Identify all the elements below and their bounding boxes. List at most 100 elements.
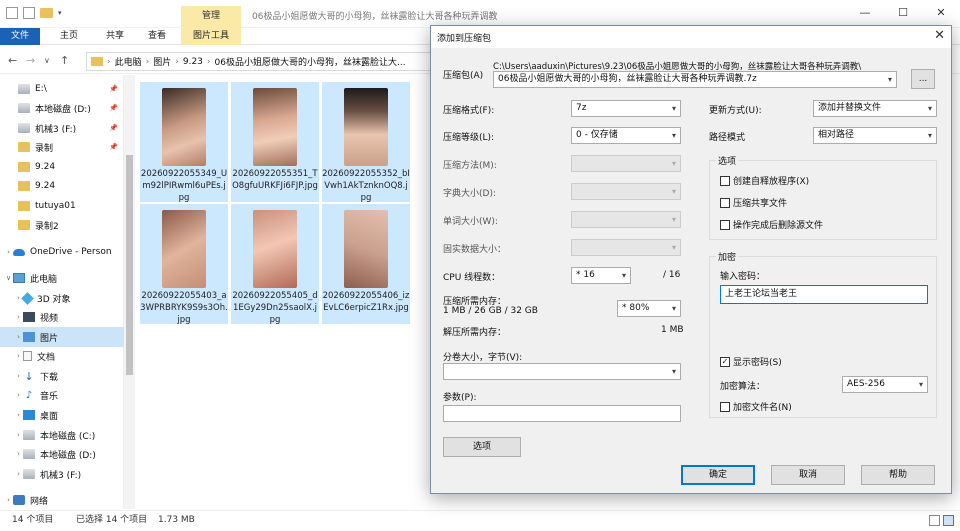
nav-item-f-drive[interactable]: 机械3 (F:) 📌 xyxy=(0,118,124,138)
selected-size: 1.73 MB xyxy=(158,515,195,525)
large-icons-view-icon[interactable] xyxy=(943,515,954,526)
checkbox-icon xyxy=(720,401,730,412)
encryption-method-select[interactable]: AES-256 ▾ xyxy=(842,376,928,393)
nav-item-recording2[interactable]: 录制2 xyxy=(0,215,124,235)
chevron-right-icon[interactable]: › xyxy=(4,248,13,256)
chevron-down-icon[interactable]: ▾ xyxy=(888,72,892,87)
help-button[interactable]: 帮助 xyxy=(861,465,935,485)
nav-item-9-24-b[interactable]: 9.24 xyxy=(0,176,124,196)
nav-item-c-drive[interactable]: › 本地磁盘 (C:) xyxy=(0,425,124,445)
up-icon[interactable]: ↑ xyxy=(60,54,69,67)
update-mode-select[interactable]: 添加并替换文件 ▾ xyxy=(813,100,937,117)
nav-item-3d-objects[interactable]: › 3D 对象 xyxy=(0,288,124,308)
file-item[interactable]: 20260922055351_TO8gfuURKFJi6FJP.jpg xyxy=(231,82,319,202)
chevron-right-icon[interactable]: › xyxy=(14,470,23,478)
archive-label: 压缩包(A) xyxy=(443,71,484,81)
tab-home[interactable]: 主页 xyxy=(52,28,86,45)
nav-item-music[interactable]: › ♪ 音乐 xyxy=(0,385,124,405)
recent-locations-icon[interactable]: ∨ xyxy=(44,56,50,65)
drive-icon xyxy=(18,123,30,133)
new-folder-icon[interactable] xyxy=(40,8,53,18)
encryption-group: 加密 输入密码： 上老王论坛当老王 ✓ 显示密码(S) 加密算法： AES-256… xyxy=(709,250,937,418)
nav-item-pictures[interactable]: › 图片 xyxy=(0,327,124,347)
decompress-memory-value: 1 MB xyxy=(661,325,684,335)
back-icon[interactable]: ← xyxy=(8,54,17,67)
nav-item-9-24[interactable]: 9.24 xyxy=(0,157,124,177)
minimize-icon[interactable]: — xyxy=(855,6,875,19)
parameters-input[interactable] xyxy=(443,405,681,422)
tab-share[interactable]: 共享 xyxy=(98,28,132,45)
maximize-icon[interactable]: ☐ xyxy=(893,6,913,19)
window-title: 06极品小姐愿做大哥的小母狗，丝袜露脸让大哥各种玩弄调教 xyxy=(252,12,498,22)
path-mode-select[interactable]: 相对路径 ▾ xyxy=(813,127,937,144)
scrollbar-thumb[interactable] xyxy=(126,155,133,375)
image-thumbnail xyxy=(344,210,388,288)
chevron-right-icon[interactable]: › xyxy=(4,496,13,504)
breadcrumb-pictures[interactable]: 图片 xyxy=(153,55,171,68)
chevron-down-icon[interactable]: ∨ xyxy=(4,274,13,282)
details-view-icon[interactable] xyxy=(929,515,940,526)
nav-item-onedrive[interactable]: › OneDrive - Person xyxy=(0,242,124,262)
chevron-right-icon[interactable]: › xyxy=(14,352,23,360)
chevron-right-icon[interactable]: › xyxy=(14,333,23,341)
nav-item-this-pc[interactable]: ∨ 此电脑 xyxy=(0,268,124,288)
memory-percent-select[interactable]: * 80% ▾ xyxy=(617,300,681,317)
properties-icon[interactable] xyxy=(23,7,35,19)
chevron-right-icon[interactable]: › xyxy=(14,391,23,399)
chevron-right-icon[interactable]: › xyxy=(14,313,23,321)
tab-manage[interactable]: 管理 xyxy=(181,6,241,28)
nav-item-videos[interactable]: › 视频 xyxy=(0,307,124,327)
forward-icon[interactable]: → xyxy=(26,54,35,67)
nav-item-recording[interactable]: 录制 📌 xyxy=(0,137,124,157)
decompress-memory-label: 解压所需内存： xyxy=(443,328,507,338)
breadcrumb-9-23[interactable]: 9.23 xyxy=(183,57,203,67)
nav-item-desktop[interactable]: › 桌面 xyxy=(0,405,124,425)
checkbox-icon xyxy=(720,175,730,186)
split-volume-label: 分卷大小，字节(V): xyxy=(443,353,523,363)
nav-item-downloads[interactable]: › ↓ 下载 xyxy=(0,366,124,386)
address-box[interactable]: › 此电脑 › 图片 › 9.23 › 06极品小姐愿做大哥的小母狗，丝袜露脸让… xyxy=(86,52,431,71)
file-item[interactable]: 20260922055349_Um92lPIRwml6uPEs.jpg xyxy=(140,82,228,203)
split-volume-select[interactable]: ▾ xyxy=(443,363,681,380)
nav-item-e-drive[interactable]: E:\ 📌 xyxy=(0,79,124,99)
breadcrumb-current-folder[interactable]: 06极品小姐愿做大哥的小母狗，丝袜露脸让大... xyxy=(215,55,406,68)
file-item[interactable]: 20260922055406_izEvLC6erpicZ1Rx.jpg xyxy=(322,204,410,324)
options-button[interactable]: 选项 xyxy=(443,437,521,457)
chevron-right-icon[interactable]: › xyxy=(14,411,23,419)
browse-button[interactable]: ... xyxy=(911,69,935,89)
nav-item-d-drive[interactable]: 本地磁盘 (D:) 📌 xyxy=(0,98,124,118)
pc-icon xyxy=(13,273,25,283)
nav-pane-scrollbar[interactable] xyxy=(124,75,135,509)
delete-after-checkbox[interactable]: 操作完成后删除源文件 xyxy=(720,218,823,231)
drive-icon xyxy=(23,469,35,479)
nav-item-d-drive-2[interactable]: › 本地磁盘 (D:) xyxy=(0,444,124,464)
chevron-right-icon[interactable]: › xyxy=(14,372,23,380)
nav-item-network[interactable]: › 网络 xyxy=(0,490,124,510)
tab-file[interactable]: 文件 xyxy=(0,28,40,45)
file-item[interactable]: 20260922055405_d1EGy29Dn25saolX.jpg xyxy=(231,204,319,325)
encrypt-filenames-checkbox[interactable]: 加密文件名(N) xyxy=(720,400,792,413)
customize-toolbar-icon[interactable]: ▾ xyxy=(58,9,62,17)
compress-shared-checkbox[interactable]: 压缩共享文件 xyxy=(720,196,787,209)
show-password-checkbox[interactable]: ✓ 显示密码(S) xyxy=(720,355,782,368)
level-select[interactable]: 0 - 仅存储 ▾ xyxy=(571,127,681,144)
tab-view[interactable]: 查看 xyxy=(140,28,174,45)
close-icon[interactable]: ✕ xyxy=(931,6,951,19)
nav-item-tutuya01[interactable]: tutuya01 xyxy=(0,196,124,216)
format-select[interactable]: 7z ▾ xyxy=(571,100,681,117)
password-input[interactable]: 上老王论坛当老王 xyxy=(720,285,928,304)
nav-item-f-drive-2[interactable]: › 机械3 (F:) xyxy=(0,464,124,484)
chevron-right-icon[interactable]: › xyxy=(14,450,23,458)
create-sfx-checkbox[interactable]: 创建自释放程序(X) xyxy=(720,174,809,187)
breadcrumb-this-pc[interactable]: 此电脑 xyxy=(115,55,142,68)
cancel-button[interactable]: 取消 xyxy=(771,465,845,485)
tab-picture-tools[interactable]: 图片工具 xyxy=(181,28,241,45)
archive-name-combo[interactable]: 06极品小姐愿做大哥的小母狗，丝袜露脸让大哥各种玩弄调教.7z ▾ xyxy=(493,71,897,88)
file-item[interactable]: 20260922055352_bIVwh1AkTznknOQ8.jpg xyxy=(322,82,410,203)
nav-item-documents[interactable]: › 文档 xyxy=(0,346,124,366)
ok-button[interactable]: 确定 xyxy=(681,465,755,485)
cpu-threads-select[interactable]: * 16 ▾ xyxy=(571,267,631,284)
file-item[interactable]: 20260922055403_a3WPRBRYK9S9s3Oh.jpg xyxy=(140,204,228,325)
close-icon[interactable]: ✕ xyxy=(934,28,945,43)
chevron-right-icon[interactable]: › xyxy=(14,431,23,439)
